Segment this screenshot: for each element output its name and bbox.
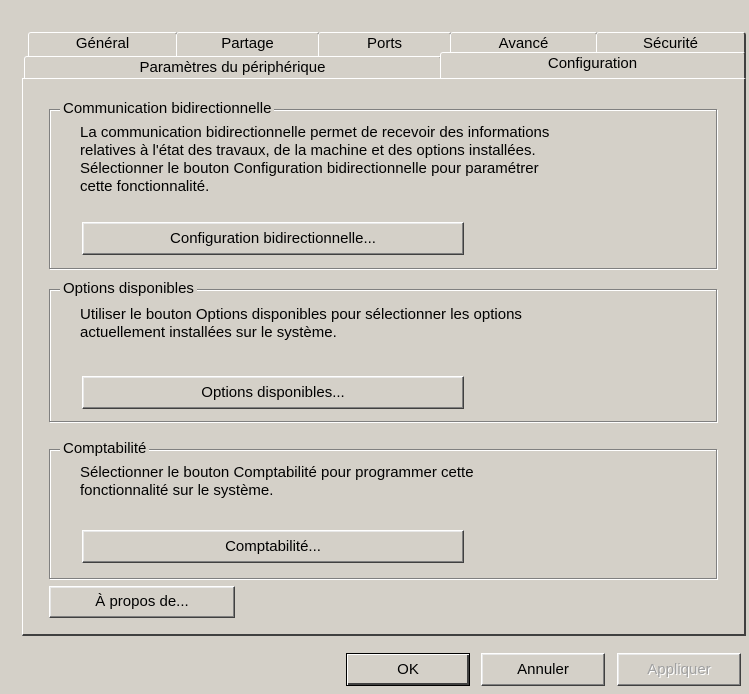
a-propos-button[interactable]: À propos de... bbox=[49, 586, 235, 618]
tab-partage[interactable]: Partage bbox=[176, 32, 320, 56]
tab-configuration[interactable]: Configuration bbox=[440, 52, 746, 78]
options-description: Utiliser le bouton Options disponibles p… bbox=[80, 306, 522, 341]
comptabilite-button[interactable]: Comptabilité... bbox=[82, 530, 464, 563]
tab-general[interactable]: Général bbox=[28, 32, 178, 56]
configuration-bidirectionnelle-button[interactable]: Configuration bidirectionnelle... bbox=[82, 222, 464, 255]
options-disponibles-button[interactable]: Options disponibles... bbox=[82, 376, 464, 409]
group-title-options: Options disponibles bbox=[60, 280, 197, 298]
group-comptabilite: Comptabilité Sélectionner le bouton Comp… bbox=[49, 440, 717, 579]
tab-panel-configuration: Communication bidirectionnelle La commun… bbox=[22, 78, 746, 636]
appliquer-button[interactable]: Appliquer bbox=[617, 653, 741, 686]
ok-button[interactable]: OK bbox=[346, 653, 470, 686]
comptabilite-description: Sélectionner le bouton Comptabilité pour… bbox=[80, 464, 474, 499]
group-options-disponibles: Options disponibles Utiliser le bouton O… bbox=[49, 280, 717, 422]
annuler-button[interactable]: Annuler bbox=[481, 653, 605, 686]
tab-ports[interactable]: Ports bbox=[318, 32, 452, 56]
bidir-description: La communication bidirectionnelle permet… bbox=[80, 124, 550, 195]
group-communication-bidirectionnelle: Communication bidirectionnelle La commun… bbox=[49, 100, 717, 269]
tab-parametres-peripherique[interactable]: Paramètres du périphérique bbox=[24, 56, 442, 80]
group-title-comptabilite: Comptabilité bbox=[60, 440, 150, 458]
group-title-bidirectionnelle: Communication bidirectionnelle bbox=[60, 100, 275, 118]
